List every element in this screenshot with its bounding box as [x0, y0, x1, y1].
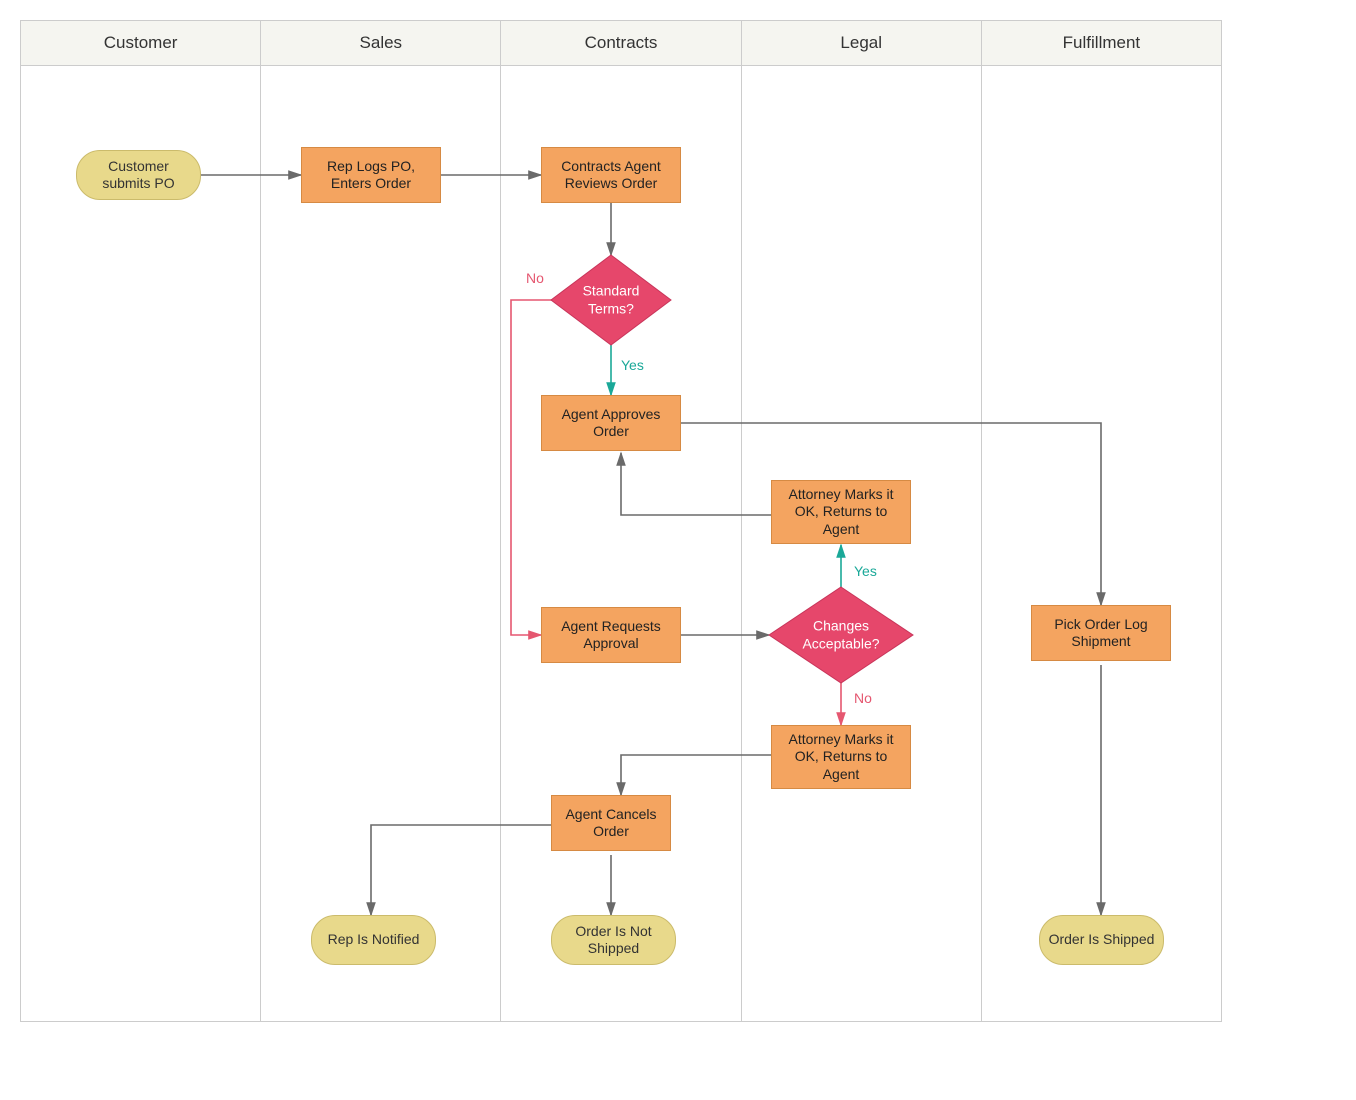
node-contracts-review: Contracts Agent Reviews Order — [541, 147, 681, 203]
edge-label-yes-1: Yes — [621, 357, 644, 373]
node-attorney-ok-yes: Attorney Marks it OK, Returns to Agent — [771, 480, 911, 544]
arrows-layer — [21, 65, 1221, 1021]
node-rep-notified: Rep Is Notified — [311, 915, 436, 965]
node-agent-approves: Agent Approves Order — [541, 395, 681, 451]
edge-label-yes-2: Yes — [854, 563, 877, 579]
edge-label-no-2: No — [854, 690, 872, 706]
swimlane-diagram: Customer Sales Contracts Legal Fulfillme… — [20, 20, 1222, 1022]
edge-label-no-1: No — [526, 270, 544, 286]
node-order-shipped: Order Is Shipped — [1039, 915, 1164, 965]
node-agent-requests: Agent Requests Approval — [541, 607, 681, 663]
lane-header-sales: Sales — [261, 21, 501, 65]
diagram-canvas: Customer submits PO Rep Logs PO, Enters … — [21, 65, 1221, 1021]
node-pick-order: Pick Order Log Shipment — [1031, 605, 1171, 661]
lane-header-legal: Legal — [742, 21, 982, 65]
node-agent-cancels: Agent Cancels Order — [551, 795, 671, 851]
node-customer-submits: Customer submits PO — [76, 150, 201, 200]
lane-header-customer: Customer — [21, 21, 261, 65]
lane-header-fulfillment: Fulfillment — [982, 21, 1221, 65]
lane-headers: Customer Sales Contracts Legal Fulfillme… — [21, 21, 1221, 66]
node-order-not-shipped: Order Is Not Shipped — [551, 915, 676, 965]
lane-header-contracts: Contracts — [501, 21, 741, 65]
node-rep-logs: Rep Logs PO, Enters Order — [301, 147, 441, 203]
node-attorney-ok-no: Attorney Marks it OK, Returns to Agent — [771, 725, 911, 789]
